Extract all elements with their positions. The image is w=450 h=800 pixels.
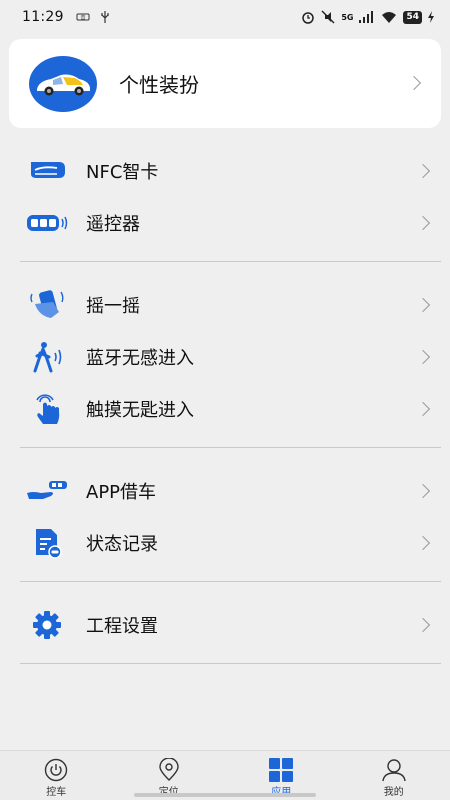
menu-item-label: 触摸无匙进入 [86,400,194,421]
menu-item-label: 摇一摇 [86,296,140,317]
status-time: 11:29 [22,9,64,25]
tab-profile[interactable]: 我的 [338,751,450,800]
chevron-right-icon [415,617,431,633]
menu-item-label: NFC智卡 [86,162,159,183]
remote-key-icon [24,203,70,243]
menu-item-label: 状态记录 [86,534,158,555]
svg-text:音: 音 [80,14,85,21]
alarm-icon [302,12,315,24]
status-bar: 11:29 音 5G 54 [0,0,450,34]
battery-level: 54 [403,10,422,24]
chevron-right-icon [415,297,431,313]
divider [20,261,441,262]
chevron-right-icon [415,483,431,499]
car-icon [37,74,90,95]
menu-item-label: 蓝牙无感进入 [86,348,194,369]
signal-icon [359,11,374,23]
user-icon [382,759,406,782]
car-avatar [29,55,97,112]
network-type: 5G [341,12,354,22]
menu-item-shake[interactable]: 摇一摇 [0,279,450,331]
bluetooth-walk-icon [24,337,70,377]
status-left-icons: 音 [76,10,110,24]
chevron-right-icon [415,349,431,365]
chevron-right-icon [415,163,431,179]
divider [20,447,441,448]
apps-grid-icon [269,758,294,782]
car-share-icon [24,471,70,511]
personalize-card[interactable]: 个性装扮 [9,39,441,128]
nav-label: 我的 [383,787,404,798]
power-icon [45,758,68,782]
divider [20,581,441,582]
nfc-card-icon [24,151,70,191]
chevron-right-icon [406,75,422,91]
gear-icon [24,605,70,645]
tab-control-car[interactable]: 控车 [0,751,113,800]
personalize-label: 个性装扮 [119,73,199,97]
location-pin-icon [159,758,179,781]
menu-item-touch-entry[interactable]: 触摸无匙进入 [0,383,450,435]
wifi-icon [382,12,397,23]
menu-item-remote-control[interactable]: 遥控器 [0,197,450,249]
menu-item-bluetooth-entry[interactable]: 蓝牙无感进入 [0,331,450,383]
menu-item-label: 遥控器 [86,214,140,235]
menu-item-label: 工程设置 [86,616,158,637]
notification-icon: 音 [76,13,90,21]
usb-icon [101,11,109,23]
menu-item-status-record[interactable]: 状态记录 [0,517,450,569]
status-record-icon [24,523,70,563]
chevron-right-icon [415,215,431,231]
menu-item-app-car-share[interactable]: APP借车 [0,465,450,517]
shake-phone-icon [24,285,70,325]
divider [20,663,441,664]
menu-item-label: APP借车 [86,482,157,503]
touch-hand-icon [24,389,70,429]
menu-item-engineering-settings[interactable]: 工程设置 [0,599,450,651]
chevron-right-icon [415,535,431,551]
home-indicator[interactable] [134,793,316,797]
mute-icon [321,10,335,24]
menu-item-nfc-card[interactable]: NFC智卡 [0,145,450,197]
nav-label: 控车 [46,787,67,798]
status-right-icons: 5G 54 [301,10,434,24]
charging-icon [428,11,434,23]
chevron-right-icon [415,401,431,417]
